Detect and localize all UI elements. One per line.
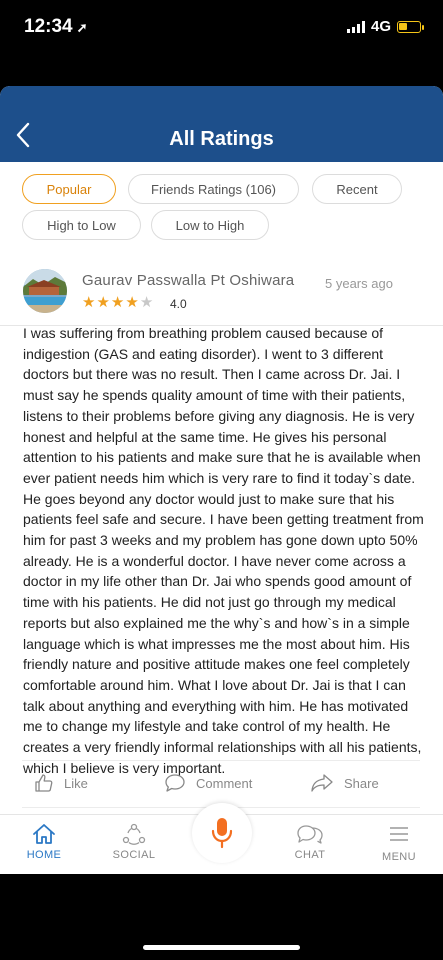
filter-chip-popular[interactable]: Popular xyxy=(22,174,116,204)
reviewer-name[interactable]: Gaurav Passwalla Pt Oshiwara xyxy=(82,272,294,289)
hamburger-menu-icon xyxy=(390,827,408,841)
header-bar: All Ratings xyxy=(0,86,443,162)
review-text: I was suffering from breathing problem c… xyxy=(23,325,424,776)
battery-icon xyxy=(397,20,424,33)
filter-chip-friends-ratings[interactable]: Friends Ratings (106) xyxy=(128,174,299,204)
tab-home[interactable]: HOME xyxy=(24,823,64,861)
like-label: Like xyxy=(64,775,88,791)
status-time-text: 12:34 xyxy=(24,16,73,37)
voice-search-button[interactable] xyxy=(192,803,252,863)
chat-icon xyxy=(297,825,323,844)
tab-chat[interactable]: CHAT xyxy=(290,823,330,861)
share-arrow-icon xyxy=(311,774,333,792)
microphone-icon xyxy=(211,818,233,849)
star-filled-icon: ★ xyxy=(96,294,110,311)
status-indicators: 4G xyxy=(346,18,424,35)
app-screen: All Ratings Popular Friends Ratings (106… xyxy=(0,86,443,874)
page-title: All Ratings xyxy=(169,128,274,150)
filter-chip-recent[interactable]: Recent xyxy=(312,174,402,204)
star-filled-icon: ★ xyxy=(110,294,125,311)
tab-home-label: HOME xyxy=(26,849,62,861)
tab-menu-label: MENU xyxy=(382,851,416,863)
location-arrow-icon: ➚ xyxy=(76,20,88,35)
comment-label: Comment xyxy=(196,775,253,791)
tab-chat-label: CHAT xyxy=(294,849,326,861)
share-label: Share xyxy=(344,775,379,791)
star-rating: ★ ★ ★ ★ ★ xyxy=(82,295,153,311)
avatar-image xyxy=(23,269,67,313)
thumbs-up-icon xyxy=(35,774,53,792)
social-icon xyxy=(122,823,146,845)
rating-value: 4.0 xyxy=(170,297,187,311)
review-actions: Like Comment Share xyxy=(22,760,420,808)
star-filled-icon: ★ xyxy=(82,294,96,311)
bottom-tab-bar: HOME SOCIAL CHAT MENU xyxy=(0,803,443,874)
status-time: 12:34 ➚ xyxy=(24,16,88,38)
tab-social[interactable]: SOCIAL xyxy=(108,823,160,861)
signal-icon xyxy=(346,20,365,33)
filter-chips: Popular Friends Ratings (106) Recent Hig… xyxy=(0,162,443,326)
tab-social-label: SOCIAL xyxy=(112,849,156,861)
network-type: 4G xyxy=(370,18,391,35)
status-bar: 12:34 ➚ 4G xyxy=(0,0,443,60)
filter-chip-low-to-high[interactable]: Low to High xyxy=(151,210,269,240)
comment-button[interactable]: Comment xyxy=(164,773,252,793)
reviewer-avatar[interactable] xyxy=(23,269,67,313)
tab-menu[interactable]: MENU xyxy=(378,823,420,863)
review-timestamp: 5 years ago xyxy=(325,276,393,291)
comment-bubble-icon xyxy=(165,774,185,792)
home-indicator[interactable] xyxy=(143,945,300,950)
share-button[interactable]: Share xyxy=(310,773,379,793)
filter-chip-high-to-low[interactable]: High to Low xyxy=(22,210,141,240)
like-button[interactable]: Like xyxy=(34,773,88,793)
star-empty-icon: ★ xyxy=(139,294,154,311)
star-filled-icon: ★ xyxy=(125,294,139,311)
home-icon xyxy=(33,824,55,844)
